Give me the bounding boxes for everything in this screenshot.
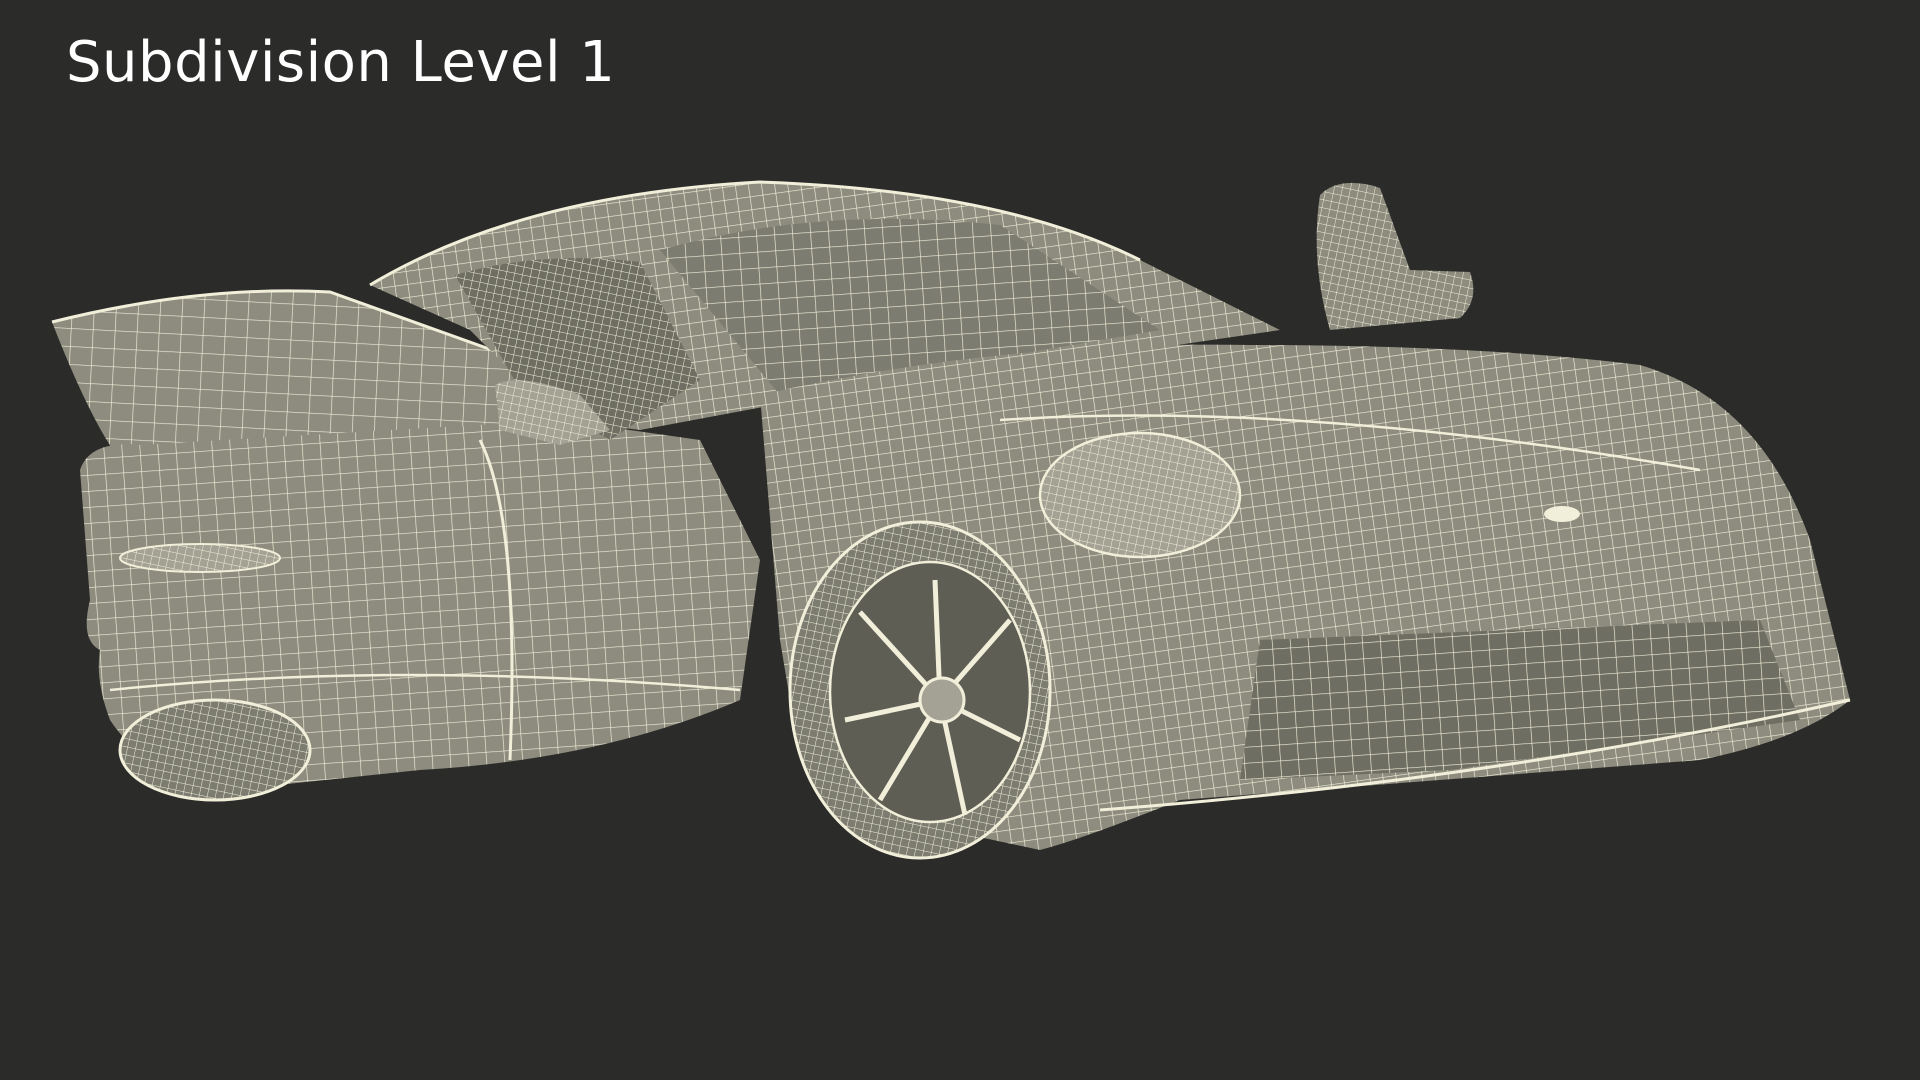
subdivision-level-label: Subdivision Level 1 [66,30,616,95]
viewport: Subdivision Level 1 [0,0,1920,1080]
front-wheel [788,520,1052,860]
rear-wing [1316,182,1474,330]
wireframe-car-render [51,180,1851,860]
rear-wheel [118,698,312,802]
